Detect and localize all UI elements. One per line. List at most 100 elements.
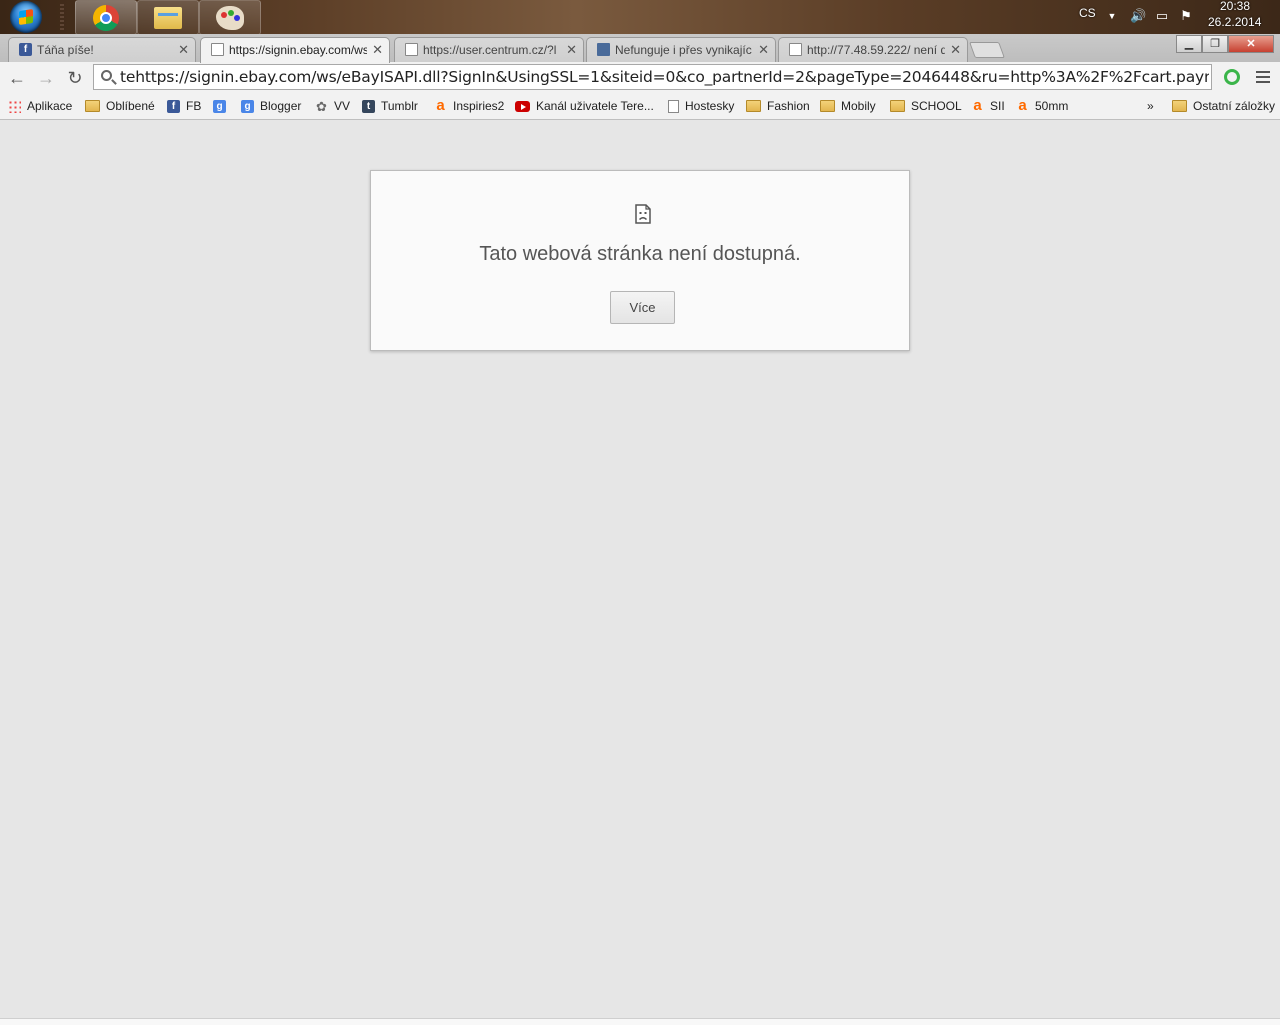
bookmark-label: Inspiries2 bbox=[453, 99, 505, 113]
tab-label: https://user.centrum.cz/?l bbox=[423, 43, 557, 57]
folder-icon bbox=[890, 100, 905, 112]
minimize-button[interactable]: ▁ bbox=[1176, 35, 1202, 53]
page-icon bbox=[668, 99, 679, 113]
menu-icon[interactable] bbox=[1256, 69, 1270, 85]
google-icon: g bbox=[213, 99, 226, 113]
bookmark-label: FB bbox=[186, 99, 202, 113]
bookmark-sii[interactable]: a SII bbox=[971, 96, 1004, 115]
network-icon[interactable]: ▭ bbox=[1154, 8, 1170, 24]
action-center-flag-icon[interactable]: ⚑ bbox=[1178, 8, 1194, 24]
a-icon: a bbox=[973, 96, 982, 114]
back-button[interactable]: ← bbox=[6, 67, 28, 89]
bookmark-oblibene[interactable]: Oblíbené bbox=[85, 97, 155, 115]
close-window-button[interactable]: ✕ bbox=[1228, 35, 1274, 53]
a-icon: a bbox=[436, 96, 445, 114]
chrome-icon bbox=[93, 4, 119, 31]
windows-taskbar: CS ▼ 🔊 ▭ ⚑ 20:38 26.2.2014 bbox=[0, 0, 1280, 35]
close-tab-icon[interactable]: ✕ bbox=[178, 42, 189, 58]
bookmark-tumblr[interactable]: t Tumblr bbox=[362, 97, 418, 115]
bookmark-hostesky[interactable]: Hostesky bbox=[668, 97, 734, 115]
folder-icon bbox=[85, 100, 100, 112]
tab-tana-pise[interactable]: f Táňa píše! ✕ bbox=[8, 37, 196, 62]
folder-icon bbox=[746, 100, 761, 112]
bookmark-50mm[interactable]: a 50mm bbox=[1016, 97, 1068, 115]
close-tab-icon[interactable]: ✕ bbox=[758, 42, 769, 58]
tab-ebay-signin[interactable]: https://signin.ebay.com/ws/ ✕ bbox=[200, 37, 390, 63]
new-tab-button[interactable] bbox=[969, 42, 1005, 58]
page-icon bbox=[405, 43, 418, 56]
bookmark-vv[interactable]: ✿ VV bbox=[315, 97, 350, 115]
a-icon: a bbox=[1018, 96, 1027, 114]
bookmark-label: Hostesky bbox=[685, 99, 735, 113]
more-button[interactable]: Více bbox=[610, 291, 675, 324]
restore-button[interactable]: ❐ bbox=[1202, 35, 1228, 53]
bookmark-school[interactable]: SCHOOL bbox=[890, 97, 962, 115]
bookmark-kanal-uzivatele[interactable]: Kanál uživatele Tere... bbox=[515, 97, 654, 115]
vv-icon: ✿ bbox=[316, 98, 327, 114]
folder-icon bbox=[1172, 100, 1187, 112]
error-panel: Tato webová stránka není dostupná. Více bbox=[370, 170, 910, 351]
start-button[interactable] bbox=[6, 0, 46, 34]
bookmark-label: Oblíbené bbox=[106, 99, 155, 113]
bookmark-fashion[interactable]: Fashion bbox=[746, 97, 810, 115]
bookmarks-overflow-button[interactable]: » bbox=[1147, 97, 1154, 115]
url-text[interactable]: tehttps://signin.ebay.com/ws/eBayISAPI.d… bbox=[120, 68, 1209, 86]
search-icon bbox=[101, 70, 112, 81]
tab-nefunguje[interactable]: Nefunguje i přes vynikajíc ✕ bbox=[586, 37, 776, 62]
bookmark-label: Kanál uživatele Tere... bbox=[536, 99, 654, 113]
bookmark-ostatni-zalozky[interactable]: Ostatní záložky bbox=[1172, 97, 1275, 115]
bookmark-google[interactable]: g bbox=[213, 97, 232, 115]
bookmark-label: Ostatní záložky bbox=[1193, 99, 1276, 113]
tab-centrum[interactable]: https://user.centrum.cz/?l ✕ bbox=[394, 37, 584, 62]
page-icon bbox=[211, 43, 224, 56]
folder-icon bbox=[820, 100, 835, 112]
reload-button[interactable]: ↻ bbox=[64, 67, 86, 89]
close-tab-icon[interactable]: ✕ bbox=[372, 42, 383, 58]
bookmark-label: SCHOOL bbox=[911, 99, 962, 113]
facebook-icon: f bbox=[167, 99, 180, 113]
clock-date[interactable]: 26.2.2014 bbox=[1208, 15, 1261, 29]
forward-button[interactable]: → bbox=[35, 67, 57, 89]
tab-label: https://signin.ebay.com/ws/ bbox=[229, 43, 367, 57]
windows-logo-icon bbox=[10, 1, 42, 33]
taskbar-paint-button[interactable] bbox=[199, 0, 261, 35]
explorer-icon bbox=[154, 6, 182, 29]
volume-icon[interactable]: 🔊 bbox=[1130, 8, 1146, 24]
google-icon: g bbox=[241, 99, 254, 113]
tray-expand-icon[interactable]: ▼ bbox=[1104, 8, 1120, 24]
bookmark-label: Tumblr bbox=[381, 99, 418, 113]
clock-time[interactable]: 20:38 bbox=[1220, 0, 1250, 13]
address-bar[interactable]: tehttps://signin.ebay.com/ws/eBayISAPI.d… bbox=[93, 64, 1212, 90]
bookmark-blogger[interactable]: g Blogger bbox=[241, 97, 301, 115]
tab-label: http://77.48.59.222/ není d bbox=[807, 43, 945, 57]
paint-icon bbox=[216, 5, 244, 30]
sad-page-icon bbox=[635, 204, 651, 224]
bookmark-label: 50mm bbox=[1035, 99, 1069, 113]
bookmark-label: Aplikace bbox=[27, 99, 73, 113]
bookmark-label: Mobily bbox=[841, 99, 876, 113]
tab-label: Táňa píše! bbox=[37, 43, 94, 57]
language-indicator[interactable]: CS bbox=[1079, 6, 1096, 20]
extension-icon[interactable] bbox=[1224, 69, 1240, 85]
taskbar-chrome-button[interactable] bbox=[75, 0, 137, 35]
bookmark-mobily[interactable]: Mobily bbox=[820, 97, 876, 115]
error-title: Tato webová stránka není dostupná. bbox=[479, 243, 801, 265]
page-icon bbox=[789, 43, 802, 56]
computer-icon bbox=[597, 43, 610, 56]
bookmark-label: Blogger bbox=[260, 99, 302, 113]
tumblr-icon: t bbox=[362, 99, 375, 113]
bookmark-label: VV bbox=[334, 99, 351, 113]
facebook-icon: f bbox=[19, 43, 32, 56]
close-tab-icon[interactable]: ✕ bbox=[950, 42, 961, 58]
bookmarks-bar: Aplikace Oblíbené f FB g g Blogger ✿ VV t Tu… bbox=[0, 93, 1280, 120]
youtube-icon bbox=[515, 100, 530, 112]
browser-toolbar: ← → ↻ tehttps://signin.ebay.com/ws/eBayI… bbox=[0, 62, 1280, 93]
bookmark-inspiries2[interactable]: a Inspiries2 bbox=[434, 97, 504, 115]
apps-icon bbox=[8, 99, 21, 113]
bookmark-label: Fashion bbox=[767, 99, 810, 113]
taskbar-explorer-button[interactable] bbox=[137, 0, 199, 35]
tab-77-48-59-222[interactable]: http://77.48.59.222/ není d ✕ bbox=[778, 37, 968, 62]
close-tab-icon[interactable]: ✕ bbox=[566, 42, 577, 58]
bookmark-aplikace[interactable]: Aplikace bbox=[8, 97, 72, 115]
bookmark-fb[interactable]: f FB bbox=[167, 97, 201, 115]
